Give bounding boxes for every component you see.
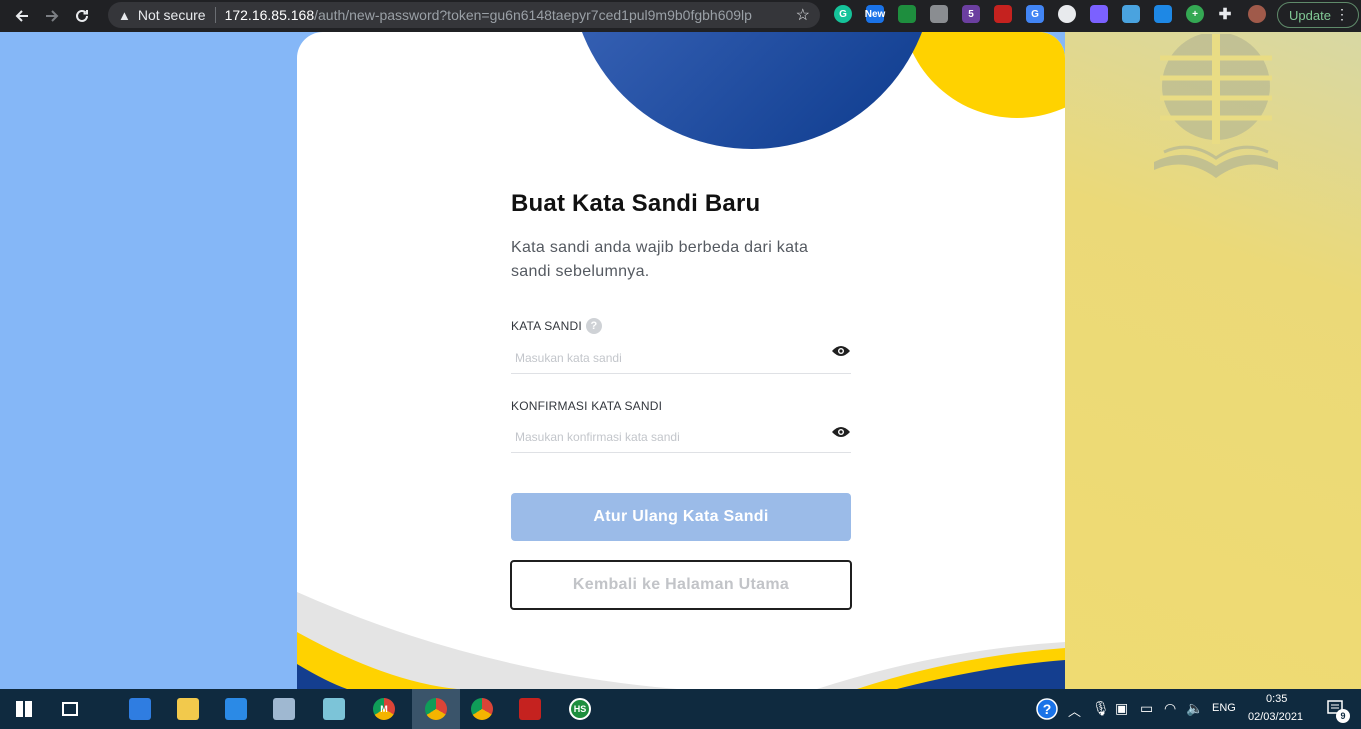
warning-triangle-icon: ▲ bbox=[118, 7, 131, 23]
forward-button[interactable] bbox=[37, 3, 67, 29]
translate-extension-icon[interactable]: G bbox=[1026, 5, 1044, 23]
chrome-icon[interactable] bbox=[462, 689, 502, 729]
back-button[interactable] bbox=[7, 3, 37, 29]
reload-button[interactable] bbox=[67, 3, 97, 29]
clock-time[interactable]: 0:35 bbox=[1266, 693, 1287, 705]
acrobat-icon[interactable] bbox=[510, 689, 550, 729]
bookmark-star-icon[interactable]: ☆ bbox=[796, 5, 810, 25]
volume-icon[interactable]: 🔈 bbox=[1186, 700, 1203, 717]
chrome-profile-active-icon-glyph bbox=[425, 698, 447, 720]
notifications-button[interactable]: 9 bbox=[1318, 689, 1354, 729]
red-eye-extension-icon[interactable] bbox=[994, 5, 1012, 23]
new-password-form: Buat Kata Sandi Baru Kata sandi anda waj… bbox=[510, 188, 852, 610]
tray-chevron-up-icon[interactable]: ︿ bbox=[1068, 701, 1081, 720]
clock-date[interactable]: 02/03/2021 bbox=[1248, 711, 1303, 723]
gear-purple-extension-icon[interactable] bbox=[1090, 5, 1108, 23]
file-explorer-icon-glyph bbox=[177, 698, 199, 720]
help-tray-icon[interactable]: ? bbox=[1034, 689, 1060, 729]
plane-extension-icon[interactable] bbox=[1122, 5, 1140, 23]
reload-icon bbox=[76, 9, 88, 22]
update-button[interactable]: Update ⋮ bbox=[1277, 2, 1359, 28]
chrome-profile-m-icon[interactable]: M bbox=[364, 689, 404, 729]
chrome-profile-active-icon[interactable] bbox=[412, 689, 460, 729]
device-tray-icon[interactable]: ▣ bbox=[1115, 700, 1128, 717]
purple-cubes-extension-icon[interactable]: 5 bbox=[962, 5, 980, 23]
windows-taskbar: M HS ? ︿ 🎙 ▣ ▭ ◠ 🔈 ENG 0:35 02/03/2021 9 bbox=[0, 689, 1361, 729]
page-title: Buat Kata Sandi Baru bbox=[511, 190, 761, 217]
hs-app-icon-glyph: HS bbox=[569, 698, 591, 720]
language-indicator[interactable]: ENG bbox=[1212, 702, 1236, 714]
chrome-icon-glyph bbox=[471, 698, 493, 720]
kebab-menu-icon[interactable]: ⋮ bbox=[1335, 6, 1349, 23]
network-app-icon[interactable] bbox=[264, 689, 304, 729]
battery-icon[interactable]: ▭ bbox=[1140, 700, 1153, 717]
chrome-profile-m-icon-glyph: M bbox=[373, 698, 395, 720]
new-badge-extension-icon[interactable]: New bbox=[865, 5, 885, 23]
arrow-right-icon bbox=[46, 10, 59, 22]
vscode-icon[interactable] bbox=[216, 689, 256, 729]
task-view-icon-glyph bbox=[62, 702, 78, 716]
hs-app-icon[interactable]: HS bbox=[560, 689, 600, 729]
show-confirm-password-eye-icon[interactable] bbox=[831, 425, 851, 439]
gray-square-extension-icon[interactable] bbox=[930, 5, 948, 23]
todo-app-icon[interactable] bbox=[120, 689, 160, 729]
svg-text:?: ? bbox=[1043, 701, 1052, 717]
microphone-icon[interactable]: 🎙 bbox=[1092, 700, 1110, 717]
address-bar[interactable]: ▲ Not secure 172.16.85.168/auth/new-pass… bbox=[108, 2, 820, 28]
confirm-password-input[interactable] bbox=[511, 421, 851, 453]
acrobat-icon-glyph bbox=[519, 698, 541, 720]
plus-green-extension-icon[interactable]: + bbox=[1186, 5, 1204, 23]
security-status[interactable]: Not secure bbox=[138, 7, 206, 23]
url-host: 172.16.85.168 bbox=[224, 7, 315, 23]
crescent-extension-icon[interactable] bbox=[898, 5, 916, 23]
grammarly-extension-icon[interactable]: G bbox=[834, 5, 852, 23]
show-password-eye-icon[interactable] bbox=[831, 344, 851, 358]
url-path: /auth/new-password?token=gu6n6148taepyr7… bbox=[314, 7, 752, 23]
arrow-left-icon bbox=[15, 10, 28, 22]
profile-avatar[interactable] bbox=[1248, 5, 1266, 23]
windows-start-icon[interactable] bbox=[4, 689, 44, 729]
puzzle-extensions-icon[interactable]: ✚ bbox=[1216, 5, 1234, 23]
password-label: KATA SANDI bbox=[511, 319, 582, 333]
reset-password-button[interactable]: Atur Ulang Kata Sandi bbox=[511, 493, 851, 541]
password-field: KATA SANDI ? bbox=[511, 318, 851, 374]
notification-count-badge: 9 bbox=[1336, 709, 1350, 723]
wifi-icon[interactable]: ◠ bbox=[1164, 700, 1176, 717]
notes-app-icon-glyph bbox=[323, 698, 345, 720]
network-app-icon-glyph bbox=[273, 698, 295, 720]
file-explorer-icon[interactable] bbox=[168, 689, 208, 729]
screen-extension-icon[interactable] bbox=[1154, 5, 1172, 23]
browser-toolbar: ▲ Not secure 172.16.85.168/auth/new-pass… bbox=[0, 0, 1361, 32]
left-background bbox=[0, 32, 297, 689]
update-label: Update bbox=[1289, 7, 1331, 23]
todo-app-icon-glyph bbox=[129, 698, 151, 720]
confirm-password-label: KONFIRMASI KATA SANDI bbox=[511, 399, 663, 413]
windows-start-icon-glyph bbox=[16, 701, 32, 717]
confirm-password-field: KONFIRMASI KATA SANDI bbox=[511, 399, 851, 453]
back-to-home-button[interactable]: Kembali ke Halaman Utama bbox=[510, 560, 852, 610]
password-input[interactable] bbox=[511, 342, 851, 374]
vscode-icon-glyph bbox=[225, 698, 247, 720]
password-label-row: KATA SANDI ? bbox=[511, 318, 851, 334]
task-view-icon[interactable] bbox=[50, 689, 90, 729]
institution-logo-watermark bbox=[1154, 34, 1278, 178]
compass-extension-icon[interactable] bbox=[1058, 5, 1076, 23]
address-divider bbox=[214, 7, 216, 23]
confirm-label-row: KONFIRMASI KATA SANDI bbox=[511, 399, 851, 413]
help-icon[interactable]: ? bbox=[585, 318, 602, 334]
notes-app-icon[interactable] bbox=[314, 689, 354, 729]
reset-password-card: Buat Kata Sandi Baru Kata sandi anda waj… bbox=[297, 32, 1065, 689]
form-description: Kata sandi anda wajib berbeda dari kata … bbox=[511, 239, 809, 280]
